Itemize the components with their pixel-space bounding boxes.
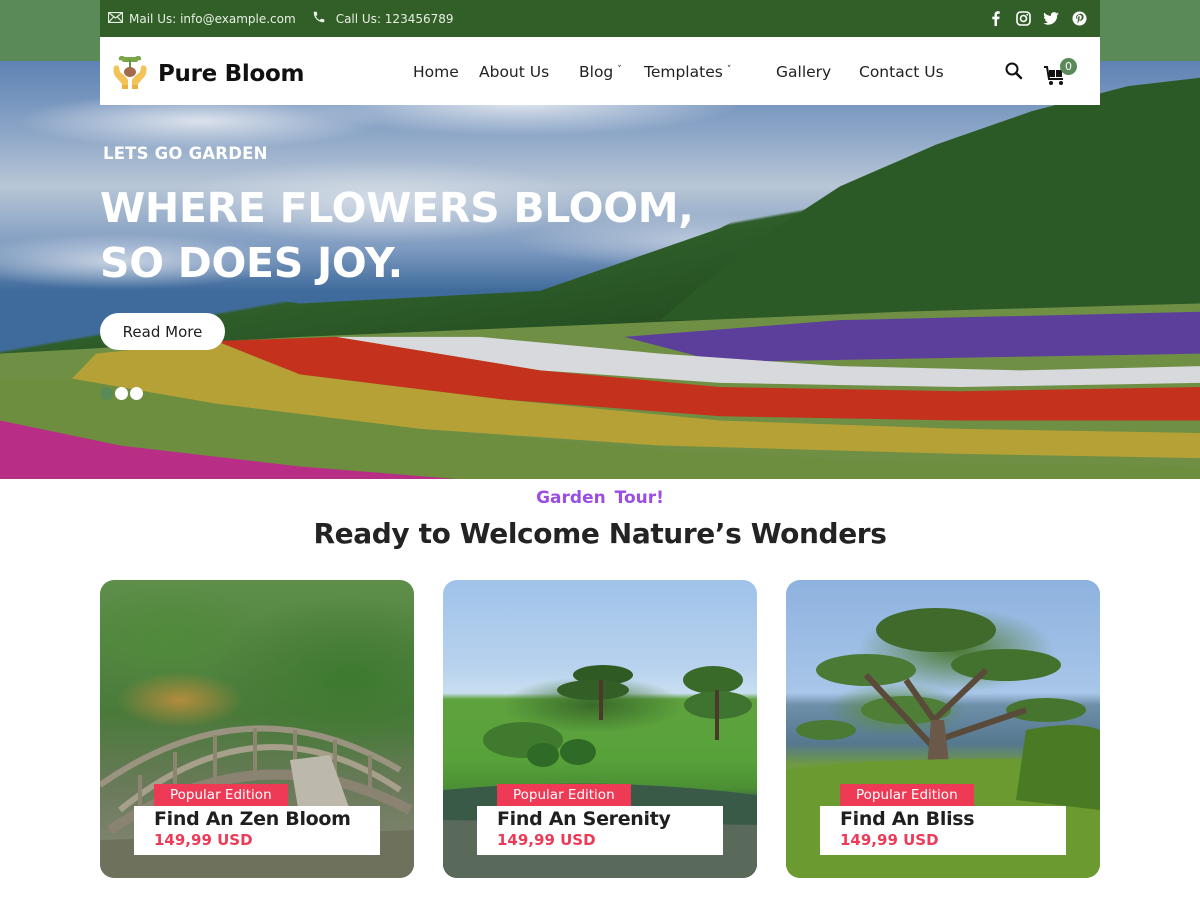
nav-item-templates[interactable]: Templates ˅	[644, 63, 731, 81]
nav-item-contact-us[interactable]: Contact Us	[859, 63, 944, 81]
card-info: Find An Serenity 149,99 USD	[477, 806, 723, 855]
card-info: Find An Zen Bloom 149,99 USD	[134, 806, 380, 855]
phone-contact[interactable]: Call Us: 123456789	[312, 10, 454, 27]
brand-name: Pure Bloom	[158, 60, 305, 87]
hero-title-line-1: WHERE FLOWERS BLOOM,	[100, 184, 694, 232]
hero-title: WHERE FLOWERS BLOOM, SO DOES JOY.	[100, 181, 694, 291]
hands-sprout-logo-icon	[112, 52, 148, 95]
chevron-down-icon: ˅	[726, 65, 732, 75]
section-eyebrow: Garden Tour!	[536, 488, 664, 508]
brand-logo[interactable]: Pure Bloom	[112, 52, 304, 95]
card-tag: Popular Edition	[154, 784, 288, 806]
slider-dot-3[interactable]	[130, 387, 143, 400]
read-more-button[interactable]: Read More	[100, 313, 225, 350]
twitter-icon[interactable]	[1042, 10, 1060, 28]
phone-icon	[312, 10, 326, 27]
top-contact-bar: Mail Us: info@example.com Call Us: 12345…	[100, 0, 1100, 37]
tour-card-zen-bloom[interactable]: Popular Edition Find An Zen Bloom 149,99…	[100, 580, 414, 878]
slider-dot-1[interactable]	[100, 387, 113, 400]
section-title: Ready to Welcome Nature’s Wonders	[313, 517, 887, 550]
card-title: Find An Serenity	[497, 808, 671, 830]
facebook-icon[interactable]	[986, 10, 1004, 28]
nav-label: About Us	[479, 63, 550, 81]
nav-label: Blog	[579, 63, 614, 81]
hero-title-line-2: SO DOES JOY.	[100, 239, 403, 287]
tour-card-serenity[interactable]: Popular Edition Find An Serenity 149,99 …	[443, 580, 757, 878]
tour-card-bliss[interactable]: Popular Edition Find An Bliss 149,99 USD	[786, 580, 1100, 878]
cart-button[interactable]: 0	[1043, 58, 1079, 89]
card-title: Find An Bliss	[840, 808, 975, 830]
nav-item-blog[interactable]: Blog ˅	[579, 63, 622, 81]
nav-item-home[interactable]: Home	[413, 63, 459, 81]
card-tag: Popular Edition	[497, 784, 631, 806]
instagram-icon[interactable]	[1014, 10, 1032, 28]
card-price: 149,99 USD	[497, 831, 596, 849]
search-icon	[1005, 62, 1023, 80]
social-links	[986, 10, 1092, 28]
mail-text: Mail Us: info@example.com	[129, 11, 296, 26]
mail-icon	[107, 11, 124, 26]
hero-eyebrow: LETS GO GARDEN	[103, 144, 268, 163]
nav-item-about-us[interactable]: About Us	[479, 63, 549, 81]
nav-label: Contact Us	[859, 63, 944, 81]
nav-label: Templates	[644, 63, 723, 81]
chevron-down-icon: ˅	[617, 65, 622, 75]
nav-label: Home	[413, 63, 459, 81]
nav-label: Gallery	[776, 63, 832, 81]
slider-dots	[100, 387, 143, 400]
card-tag: Popular Edition	[840, 784, 974, 806]
cart-count-badge: 0	[1060, 58, 1077, 75]
search-button[interactable]	[1004, 61, 1026, 83]
pinterest-icon[interactable]	[1070, 10, 1088, 28]
mail-contact[interactable]: Mail Us: info@example.com	[107, 11, 296, 26]
card-price: 149,99 USD	[840, 831, 939, 849]
phone-text: Call Us: 123456789	[335, 11, 454, 26]
card-title: Find An Zen Bloom	[154, 808, 351, 830]
main-header: Pure Bloom Home About Us Blog ˅ Templates…	[100, 37, 1100, 105]
slider-dot-2[interactable]	[115, 387, 128, 400]
card-price: 149,99 USD	[154, 831, 253, 849]
nav-item-gallery[interactable]: Gallery	[776, 63, 831, 81]
card-info: Find An Bliss 149,99 USD	[820, 806, 1066, 855]
